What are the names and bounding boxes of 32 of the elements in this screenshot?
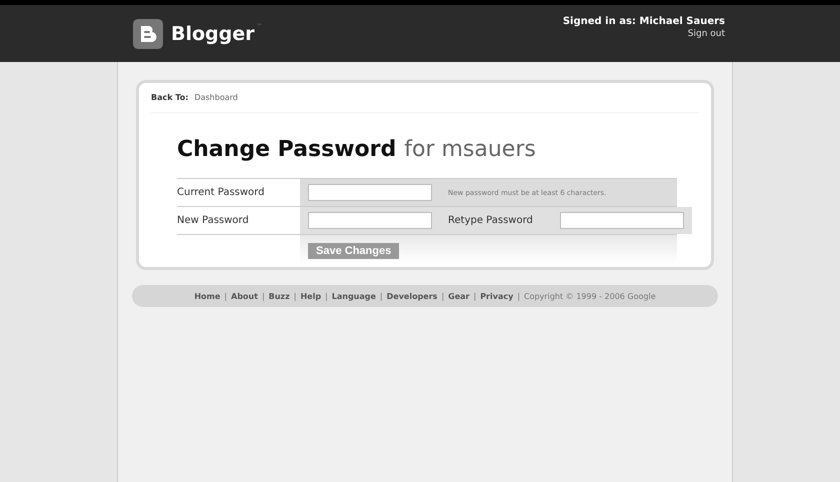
password-field[interactable] bbox=[308, 212, 432, 229]
separator: | bbox=[380, 292, 383, 300]
field-label: Current Password bbox=[177, 187, 266, 198]
signed-in-text: Signed in as: Michael Sauers bbox=[562, 16, 725, 27]
footer-link[interactable]: Gear bbox=[448, 292, 470, 300]
footer-link[interactable]: About bbox=[231, 292, 258, 300]
separator: | bbox=[473, 292, 476, 300]
footer-link[interactable]: Buzz bbox=[268, 292, 290, 300]
back-to-label: Back To: bbox=[151, 93, 188, 102]
separator: | bbox=[517, 292, 520, 300]
footer-link[interactable]: Privacy bbox=[480, 292, 514, 300]
page-title: Change Password bbox=[177, 137, 396, 162]
footer-link[interactable]: Home bbox=[194, 292, 220, 300]
separator: | bbox=[325, 292, 328, 300]
field-label: Retype Password bbox=[448, 215, 534, 226]
sign-out-link[interactable]: Sign out bbox=[688, 29, 725, 39]
footer-link[interactable]: Language bbox=[332, 292, 376, 300]
field-label: New Password bbox=[177, 215, 250, 226]
separator: | bbox=[441, 292, 444, 300]
copyright-text: Copyright © 1999 - 2006 Google bbox=[524, 292, 656, 300]
logo-icon bbox=[133, 18, 163, 48]
separator: | bbox=[262, 292, 265, 300]
page-subtitle: for msauers bbox=[404, 137, 536, 162]
dashboard-link[interactable]: Dashboard bbox=[194, 93, 238, 102]
password-field[interactable] bbox=[560, 212, 684, 229]
footer-link[interactable]: Help bbox=[300, 292, 322, 300]
logo-text[interactable]: Blogger bbox=[171, 22, 255, 44]
password-field[interactable] bbox=[308, 184, 432, 201]
separator: | bbox=[224, 292, 227, 300]
footer-link[interactable]: Developers bbox=[386, 292, 438, 300]
separator: | bbox=[294, 292, 296, 300]
save-button[interactable]: Save Changes bbox=[308, 243, 400, 259]
